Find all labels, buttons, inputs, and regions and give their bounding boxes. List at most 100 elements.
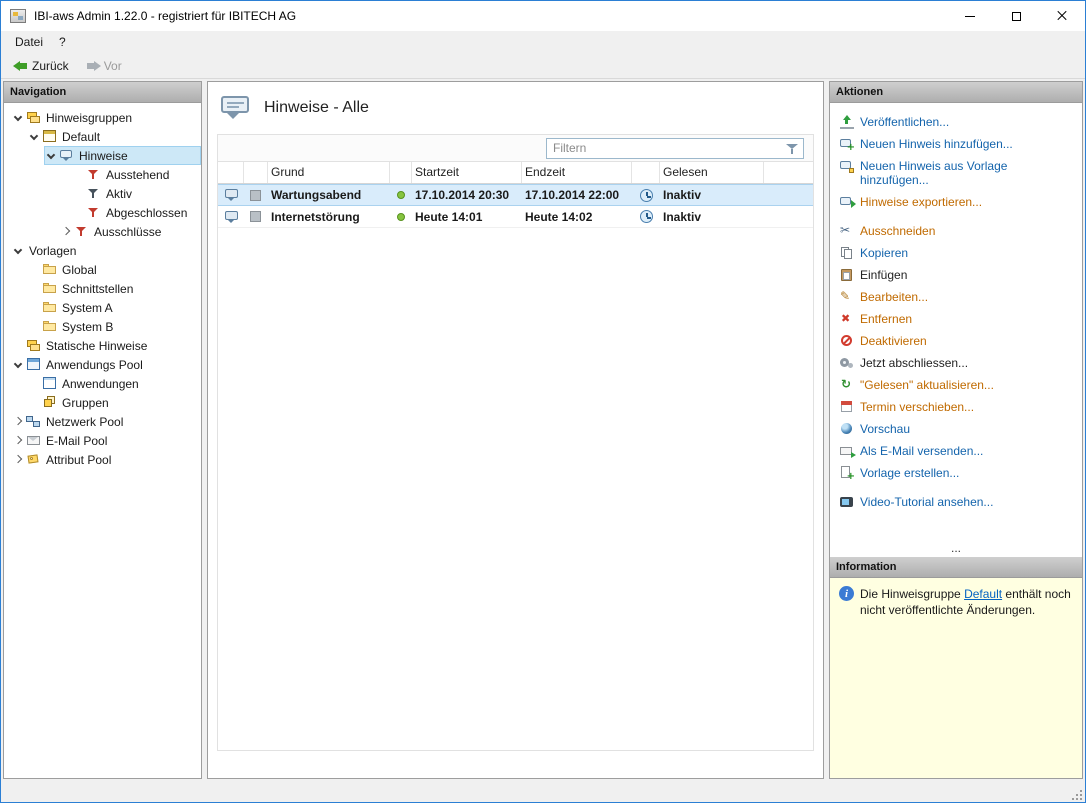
tree-item-statische-hinweise[interactable]: Statische Hinweise (4, 336, 201, 355)
column-header-startzeit[interactable]: Startzeit (412, 162, 522, 183)
filter-input[interactable] (547, 139, 803, 157)
action-bearbeiten[interactable]: Bearbeiten... (830, 286, 1082, 308)
chevron-down-icon[interactable] (28, 129, 42, 145)
folder-icon (42, 262, 58, 277)
video-icon (840, 495, 854, 509)
menu-datei[interactable]: Datei (7, 33, 51, 51)
chevron-down-icon[interactable] (12, 110, 26, 126)
navigation-tree: Hinweisgruppen Default Hinweise Ausstehe… (4, 103, 201, 778)
navigation-header: Navigation (4, 82, 201, 103)
action-hinweis-aus-vorlage[interactable]: Neuen Hinweis aus Vorlage hinzufügen... (830, 155, 1082, 191)
tree-item-aktiv[interactable]: Aktiv (4, 184, 201, 203)
folder-icon (42, 319, 58, 334)
tree-item-system-b[interactable]: System B (4, 317, 201, 336)
chevron-down-icon[interactable] (12, 243, 26, 259)
window-icon (42, 376, 58, 391)
action-video-tutorial[interactable]: Video-Tutorial ansehen... (830, 491, 1082, 513)
tree-item-anwendungen[interactable]: Anwendungen (4, 374, 201, 393)
tree-item-default[interactable]: Default (4, 127, 201, 146)
tree-item-attribut-pool[interactable]: Attribut Pool (4, 450, 201, 469)
tree-item-netzwerk-pool[interactable]: Netzwerk Pool (4, 412, 201, 431)
action-kopieren[interactable]: Kopieren (830, 242, 1082, 264)
information-box: Die Hinweisgruppe Default enthält noch n… (830, 578, 1082, 778)
action-ausschneiden[interactable]: Ausschneiden (830, 220, 1082, 242)
note-export-icon (840, 195, 856, 209)
action-veroeffentlichen[interactable]: Veröffentlichen... (830, 111, 1082, 133)
filter-row (218, 135, 813, 162)
info-text-before: Die Hinweisgruppe (860, 587, 965, 601)
edit-icon (840, 289, 854, 304)
scissors-icon (840, 223, 854, 238)
action-neuer-hinweis[interactable]: Neuen Hinweis hinzufügen... (830, 133, 1082, 155)
resize-grip-icon[interactable] (1072, 790, 1082, 800)
tree-item-anwendungs-pool[interactable]: Anwendungs Pool (4, 355, 201, 374)
group-window-icon (42, 129, 58, 144)
column-header-gelesen[interactable]: Gelesen (660, 162, 764, 183)
action-gelesen-aktualisieren[interactable]: "Gelesen" aktualisieren... (830, 374, 1082, 396)
information-header: Information (830, 557, 1082, 578)
chevron-right-icon[interactable] (60, 224, 74, 240)
column-header-endzeit[interactable]: Endzeit (522, 162, 632, 183)
tree-item-hinweise[interactable]: Hinweise (4, 146, 201, 165)
menu-help[interactable]: ? (51, 33, 74, 51)
note-add-icon (840, 137, 855, 153)
action-hinweise-exportieren[interactable]: Hinweise exportieren... (830, 191, 1082, 213)
app-icon (10, 9, 26, 23)
maximize-button[interactable] (993, 1, 1039, 31)
close-button[interactable] (1039, 1, 1085, 31)
tool-bar: Zurück Vor (1, 53, 1085, 79)
tag-icon (26, 452, 42, 467)
copy-icon (840, 246, 854, 260)
filter-box (546, 137, 804, 159)
table-header: Grund Startzeit Endzeit Gelesen (218, 162, 813, 184)
tree-item-abgeschlossen[interactable]: Abgeschlossen (4, 203, 201, 222)
table-row[interactable]: Wartungsabend 17.10.2014 20:30 17.10.201… (218, 184, 813, 206)
actions-header: Aktionen (830, 82, 1082, 103)
action-termin-verschieben[interactable]: Termin verschieben... (830, 396, 1082, 418)
layers-icon (26, 338, 42, 353)
filter-funnel-icon[interactable] (784, 141, 800, 157)
minimize-button[interactable] (947, 1, 993, 31)
app-window: IBI-aws Admin 1.22.0 - registriert für I… (0, 0, 1086, 803)
tree-item-global[interactable]: Global (4, 260, 201, 279)
chevron-down-icon[interactable] (12, 357, 26, 373)
tree-item-hinweisgruppen[interactable]: Hinweisgruppen (4, 108, 201, 127)
chevron-right-icon[interactable] (12, 452, 26, 468)
action-entfernen[interactable]: Entfernen (830, 308, 1082, 330)
action-als-email-versenden[interactable]: Als E-Mail versenden... (830, 440, 1082, 462)
checkbox-gray-icon (250, 189, 261, 201)
publish-icon (840, 115, 854, 129)
tree-item-schnittstellen[interactable]: Schnittstellen (4, 279, 201, 298)
funnel-red-icon (86, 167, 102, 182)
tree-item-gruppen[interactable]: Gruppen (4, 393, 201, 412)
action-einfuegen[interactable]: Einfügen (830, 264, 1082, 286)
back-button[interactable]: Zurück (7, 57, 75, 75)
funnel-red-icon (74, 224, 90, 239)
tree-item-vorlagen[interactable]: Vorlagen (4, 241, 201, 260)
table-row[interactable]: Internetstörung Heute 14:01 Heute 14:02 … (218, 206, 813, 228)
chevron-down-icon[interactable] (45, 148, 59, 164)
action-jetzt-abschliessen[interactable]: Jetzt abschliessen... (830, 352, 1082, 374)
default-link[interactable]: Default (964, 587, 1002, 601)
action-vorschau[interactable]: Vorschau (830, 418, 1082, 440)
chevron-right-icon[interactable] (12, 433, 26, 449)
column-header-gelesen-icon (632, 162, 660, 183)
column-header-grund[interactable]: Grund (268, 162, 390, 183)
actions-overflow[interactable]: ... (830, 541, 1082, 557)
forward-button[interactable]: Vor (79, 57, 128, 75)
column-header-icon (218, 162, 244, 183)
close-icon (1057, 11, 1067, 21)
action-deaktivieren[interactable]: Deaktivieren (830, 330, 1082, 352)
information-text: Die Hinweisgruppe Default enthält noch n… (860, 586, 1073, 618)
action-vorlage-erstellen[interactable]: Vorlage erstellen... (830, 462, 1082, 484)
cell-startzeit: Heute 14:01 (415, 209, 483, 224)
chevron-right-icon[interactable] (12, 414, 26, 430)
tree-item-email-pool[interactable]: E-Mail Pool (4, 431, 201, 450)
tree-item-ausstehend[interactable]: Ausstehend (4, 165, 201, 184)
tree-item-system-a[interactable]: System A (4, 298, 201, 317)
right-panel: Aktionen Veröffentlichen... Neuen Hinwei… (829, 81, 1083, 779)
tree-item-ausschluesse[interactable]: Ausschlüsse (4, 222, 201, 241)
status-bar (1, 789, 1085, 802)
title-bar[interactable]: IBI-aws Admin 1.22.0 - registriert für I… (1, 1, 1085, 31)
window-blue-icon (26, 357, 42, 372)
